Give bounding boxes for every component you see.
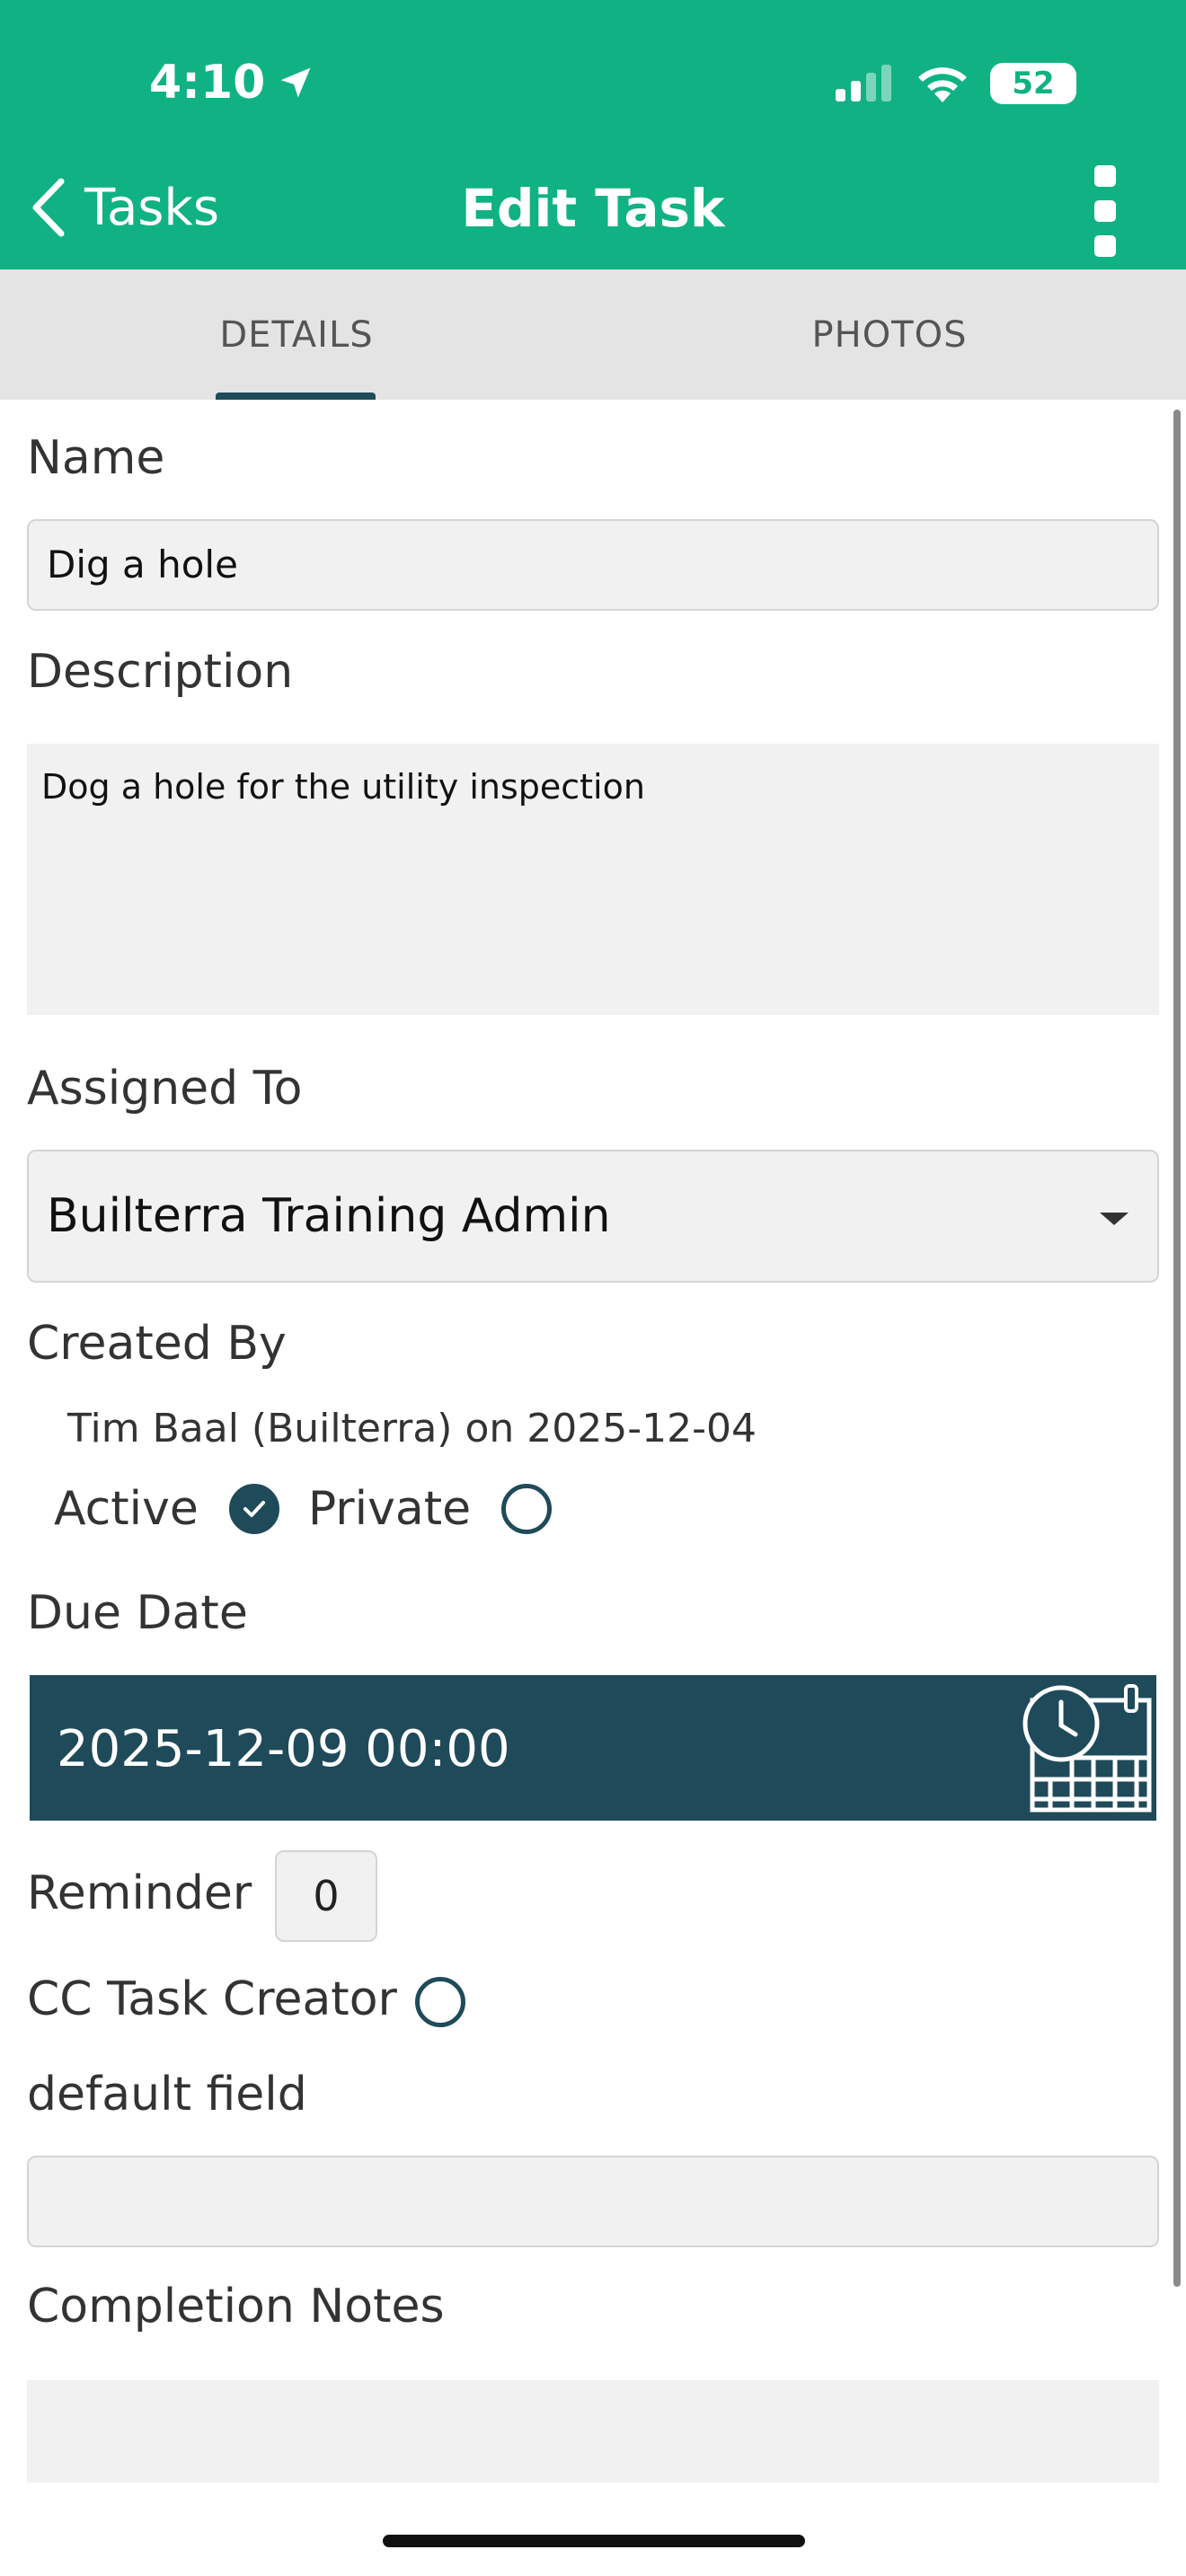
clock-text: 4:10 [149,56,266,110]
more-dot-icon [1094,200,1116,222]
private-checkbox[interactable] [501,1484,553,1534]
more-options-button[interactable] [1069,162,1141,260]
wifi-icon [918,67,967,102]
cc-task-creator-label: CC Task Creator [27,1972,397,2026]
calendar-clock-icon [1022,1684,1152,1813]
nav-bar: Tasks Edit Task [0,162,1186,269]
reminder-label: Reminder [27,1866,252,1920]
description-label: Description [27,645,294,699]
completion-notes-label: Completion Notes [27,2280,445,2333]
back-button[interactable]: Tasks [31,178,219,237]
name-label: Name [27,431,165,485]
due-date-picker[interactable]: 2025-12-09 00:00 [30,1675,1156,1821]
assigned-to-value: Builterra Training Admin [47,1189,611,1243]
created-by-value: Tim Baal (Builterra) on 2025-12-04 [67,1406,757,1451]
back-label: Tasks [84,178,220,237]
tab-bar: DETAILS PHOTOS [0,269,1186,400]
scrollbar[interactable] [1173,410,1181,2287]
status-time: 4:10 [149,56,315,110]
home-indicator[interactable] [383,2535,805,2547]
active-checkbox[interactable] [228,1484,279,1534]
status-icons: 52 [834,63,1076,104]
dropdown-caret-icon [1100,1213,1128,1225]
due-date-value: 2025-12-09 00:00 [57,1720,510,1778]
created-by-label: Created By [27,1317,287,1371]
more-dot-icon [1094,165,1116,187]
tab-details[interactable]: DETAILS [0,269,593,400]
completion-notes-field[interactable] [27,2380,1159,2483]
cc-task-creator-checkbox[interactable] [415,1977,465,2027]
name-field[interactable]: Dig a hole [27,519,1159,611]
assigned-to-label: Assigned To [27,1062,303,1116]
description-field[interactable]: Dog a hole for the utility inspection [27,744,1159,1015]
battery-percent: 52 [1012,66,1055,101]
private-label: Private [307,1482,472,1536]
more-dot-icon [1094,235,1116,257]
reminder-input[interactable]: 0 [275,1850,377,1942]
assigned-to-select[interactable]: Builterra Training Admin [27,1150,1159,1283]
status-checkboxes: Active Private [54,1482,553,1536]
active-label: Active [54,1482,199,1536]
battery-indicator: 52 [990,63,1076,104]
name-value: Dig a hole [47,543,238,587]
location-arrow-icon [280,67,311,98]
cellular-signal-icon [836,65,891,101]
default-field-input[interactable] [27,2156,1159,2247]
due-date-label: Due Date [27,1586,248,1640]
default-field-label: default field [27,2068,307,2122]
app-header: 4:10 52 Tasks Edit Task [0,0,1186,269]
checkmark-icon [243,1501,265,1517]
tab-photos[interactable]: PHOTOS [593,269,1186,400]
status-bar: 4:10 52 [0,0,1186,171]
description-value: Dog a hole for the utility inspection [41,767,645,807]
chevron-left-icon [32,178,65,237]
